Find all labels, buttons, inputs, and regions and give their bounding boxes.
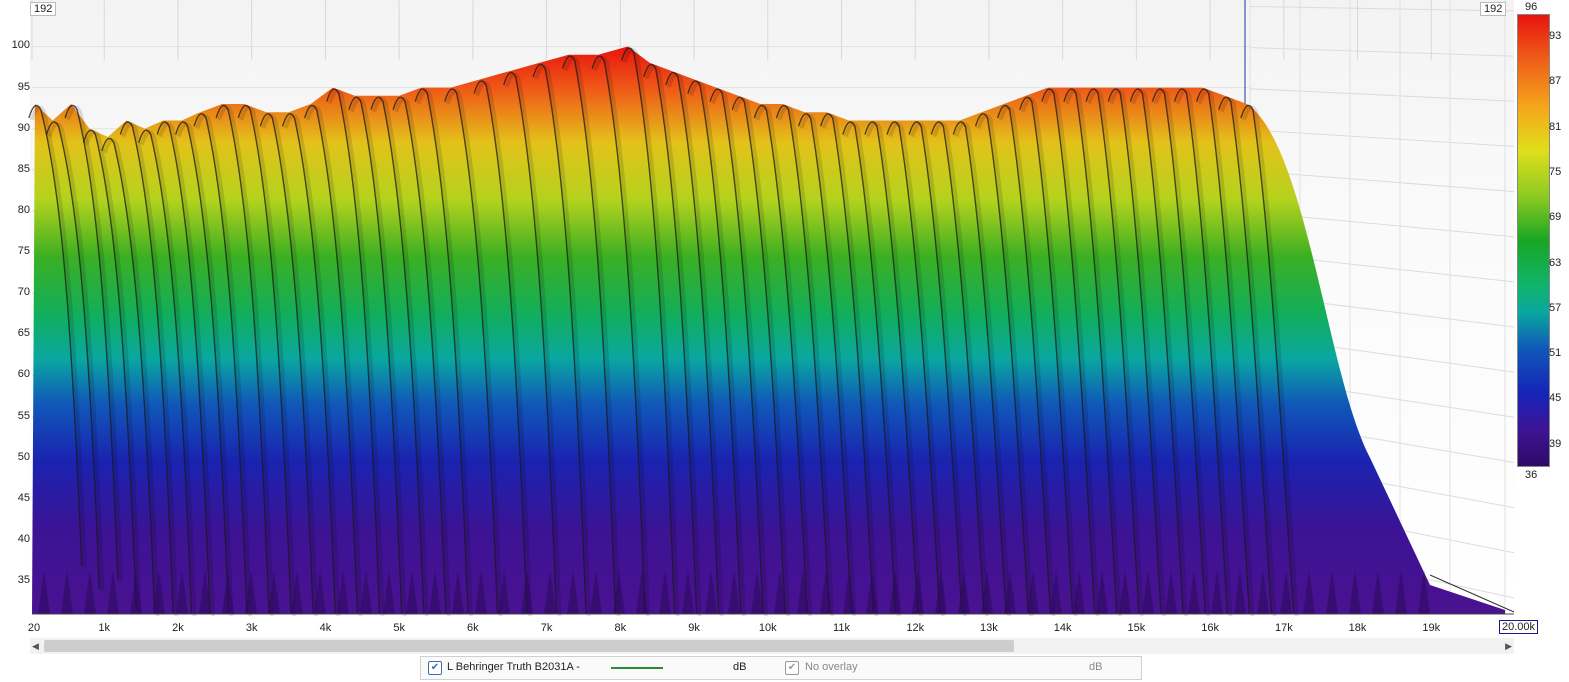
y-tick-label: 85 [17,162,30,175]
x-tick-label: 20 [27,622,41,634]
x-tick-label: 18k [1348,622,1367,634]
legend-bar: ✔ L Behringer Truth B2031A - dB ✔ No ove… [420,656,1142,680]
y-tick-label: 45 [17,491,30,504]
y-tick-label: 95 [17,80,30,93]
overlay-unit: dB [1089,661,1103,673]
y-tick-label: 75 [17,245,30,258]
y-tick-label: 35 [17,574,30,587]
x-tick-label: 13k [980,622,998,634]
primary-measurement-label: L Behringer Truth B2031A - [447,661,580,673]
color-scale-tick: 63 [1549,256,1562,269]
color-scale-tick: 45 [1549,392,1562,405]
scroll-right-icon[interactable]: ▶ [1505,638,1512,654]
x-tick-label: 15k [1127,622,1146,634]
color-scale-tick: 75 [1549,165,1562,178]
color-scale-max: 96 [1525,1,1538,13]
y-tick-label: 80 [17,203,30,216]
color-scale-tick: 69 [1549,211,1562,224]
color-scale-tick: 93 [1549,30,1562,42]
x-tick-label: 11k [833,622,850,634]
x-tick-label: 1k [98,622,111,634]
x-tick-label: 10k [758,622,777,634]
scroll-left-icon[interactable]: ◀ [32,638,39,654]
x-tick-label: 14k [1053,622,1072,634]
y-tick-label: 40 [17,532,30,545]
depth-label-left: 192 [30,2,57,16]
y-tick-label: 50 [17,450,30,463]
x-tick-label: 12k [906,622,925,634]
y-tick-label: 100 [11,39,30,52]
color-scale-bar [1517,14,1550,467]
y-tick-label: 55 [17,409,30,422]
color-scale-tick: 51 [1549,347,1562,360]
x-tick-label: 16k [1201,622,1219,634]
x-tick-label: 19k [1422,622,1441,634]
x-tick-label: 5k [393,622,405,634]
x-tick-label: 8k [614,622,627,634]
x-tick-label: 4k [319,622,332,634]
x-tick-label: 6k [467,622,479,634]
primary-line-swatch [611,667,663,669]
x-tick-label: 20.00k [1499,620,1539,634]
y-tick-label: 60 [17,368,30,381]
overlay-label: No overlay [805,661,858,673]
x-tick-label: 7k [540,622,553,634]
primary-unit: dB [733,661,747,673]
color-scale-tick: 81 [1549,120,1562,133]
primary-checkbox[interactable]: ✔ [428,661,442,675]
y-tick-label: 70 [17,286,30,299]
x-tick-label: 2k [172,622,184,634]
y-tick-label: 90 [17,121,30,134]
waterfall-plot[interactable] [0,0,1569,682]
color-scale-min: 36 [1525,469,1538,481]
horizontal-scrollbar[interactable]: ◀ ▶ [30,638,1514,654]
color-scale-tick: 87 [1549,75,1562,88]
color-scale-tick: 39 [1549,437,1562,450]
x-tick-label: 3k [245,622,258,634]
depth-label-right: 192 [1480,2,1507,16]
x-tick-label: 9k [688,622,700,634]
x-tick-label: 17k [1274,622,1293,634]
y-tick-label: 65 [17,327,30,340]
overlay-checkbox[interactable]: ✔ [785,661,799,675]
color-scale-tick: 57 [1549,301,1562,314]
scrollbar-thumb[interactable] [44,640,1014,652]
